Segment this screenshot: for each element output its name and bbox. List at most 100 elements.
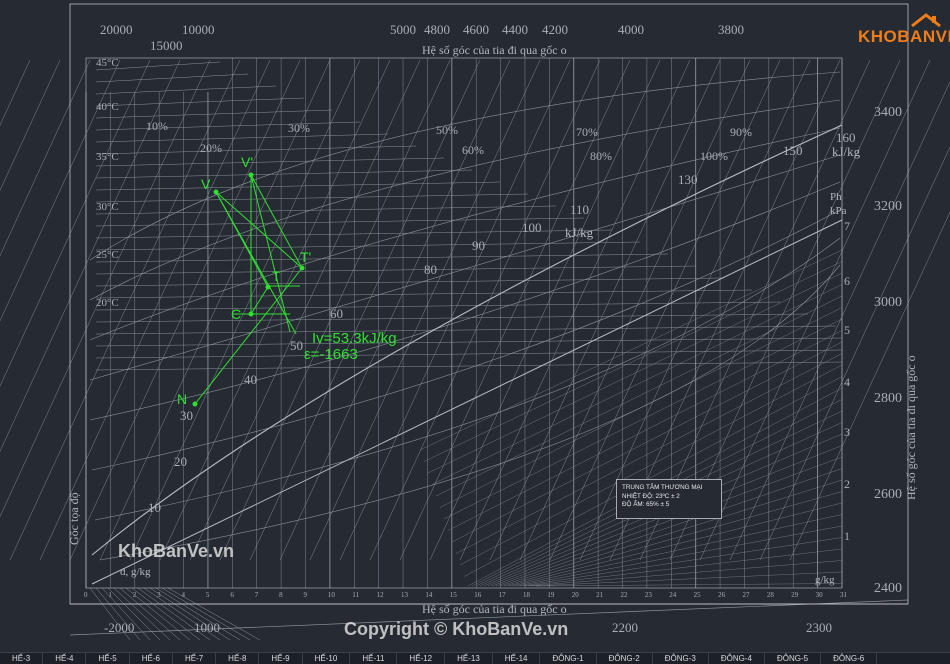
bottom-scale-label: 1000 <box>194 620 220 635</box>
pressure-title: Ph <box>830 191 842 203</box>
point-n-marker <box>192 401 198 407</box>
top-scale-label: 20000 <box>100 22 133 37</box>
temperature-label: 40°C <box>96 101 119 113</box>
temperature-gridline <box>95 73 249 83</box>
result-iv: Iv=53.3kJ/kg <box>312 330 397 347</box>
layout-tab[interactable]: HẾ-9 <box>259 653 303 664</box>
moisture-tick-label: 22 <box>621 591 629 599</box>
enthalpy-label: 160 <box>836 130 856 145</box>
temperature-label: 30°C <box>96 201 119 213</box>
info-line-3: ĐỘ ẨM: 65% ± 5 <box>622 501 670 508</box>
point-t-marker <box>265 284 271 290</box>
temperature-gridline <box>95 217 585 227</box>
process-line <box>250 174 303 269</box>
temperature-gridline <box>95 289 753 299</box>
layout-tab[interactable]: HẾ-12 <box>397 653 446 664</box>
pressure-gridline <box>427 272 843 474</box>
top-scale-label: 4800 <box>424 22 450 37</box>
right-scale-label: 3400 <box>874 105 902 120</box>
layout-tab[interactable]: HẾ-14 <box>493 653 541 664</box>
layout-tab[interactable]: ĐÔNG-5 <box>765 653 822 664</box>
bottom-scale-label: -2000 <box>104 620 134 635</box>
bottom-axis-title: Hệ số góc của tia đi qua gốc o <box>422 602 567 616</box>
temperature-gridline <box>95 253 669 263</box>
layout-tab[interactable]: HẾ-11 <box>350 653 398 664</box>
rh-label: 80% <box>590 149 612 163</box>
watermark-left: KhoBanVe.vn <box>118 541 235 561</box>
layout-tab[interactable]: ĐÔNG-4 <box>709 653 765 664</box>
pressure-gridline <box>463 376 843 577</box>
info-line-1: TRUNG TÂM THƯƠNG MẠI <box>622 484 703 491</box>
enthalpy-label: 40 <box>244 372 257 387</box>
moisture-unit-left: d, g/kg <box>120 566 151 578</box>
pressure-gridline <box>519 537 843 587</box>
rh-label: 60% <box>462 143 484 157</box>
pressure-gridline <box>419 249 843 451</box>
right-scale-label: 2600 <box>874 487 902 502</box>
info-line-2: NHIỆT ĐỘ: 23ºC ± 2 <box>622 492 680 500</box>
temperature-gridline <box>95 157 445 167</box>
rh-label: 10% <box>146 119 168 133</box>
enthalpy-label: 50 <box>290 338 303 353</box>
pressure-label: 2 <box>844 477 850 491</box>
rh-label: 70% <box>576 125 598 139</box>
pressure-gridline <box>523 548 843 587</box>
enthalpy-label: 110 <box>570 202 589 217</box>
pressure-label: 6 <box>844 274 850 288</box>
point-v-prime-label: V' <box>241 154 253 170</box>
pressure-gridline <box>435 295 843 497</box>
pressure-label: 7 <box>844 219 850 233</box>
rh-label: 50% <box>436 123 458 137</box>
right-axis-title: Hệ số góc của tia đi qua gốc o <box>904 355 918 500</box>
temperature-gridline <box>95 169 473 179</box>
temperature-gridline <box>95 181 501 191</box>
moisture-tick-label: 1 <box>108 591 112 599</box>
moisture-tick-label: 27 <box>742 591 750 599</box>
layout-tab[interactable]: HẾ-7 <box>173 653 217 664</box>
enthalpy-gridline <box>129 59 361 561</box>
layout-tab[interactable]: HẾ-6 <box>130 653 173 664</box>
rh-label: 30% <box>288 121 310 135</box>
moisture-tick-label: 21 <box>596 591 604 599</box>
layout-tab[interactable]: HẾ-8 <box>216 653 260 664</box>
enthalpy-label: 100 <box>522 220 542 235</box>
temperature-label: 20°C <box>96 297 119 309</box>
layout-tab[interactable]: HẾ-4 <box>43 653 87 664</box>
layout-tab[interactable]: ĐÔNG-6 <box>821 653 878 664</box>
point-c-label: C <box>231 306 241 322</box>
enthalpy-gridline <box>789 211 950 561</box>
bottom-scale-label: 2300 <box>806 620 832 635</box>
rh-label: 90% <box>730 125 752 139</box>
point-t-label: T <box>272 268 281 284</box>
right-scale-label: 3200 <box>874 199 902 214</box>
layout-tab[interactable]: HẾ-13 <box>445 653 493 664</box>
pressure-gridline <box>459 364 843 566</box>
pressure-label: 5 <box>844 323 850 337</box>
pressure-gridline <box>527 560 843 587</box>
layout-tab[interactable]: ĐÔNG-3 <box>653 653 709 664</box>
bottom-scale-label: 2200 <box>612 620 638 635</box>
rh-label: 100% <box>700 149 728 163</box>
temperature-gridline <box>95 97 305 107</box>
moisture-tick-label: 8 <box>279 591 283 599</box>
layout-tab[interactable]: ĐÔNG-2 <box>597 653 653 664</box>
point-t-prime-marker <box>299 265 305 271</box>
enthalpy-gridline <box>159 59 391 561</box>
temperature-gridline <box>95 121 361 131</box>
top-scale-label: 4200 <box>542 22 568 37</box>
point-c-marker <box>248 311 254 317</box>
moisture-tick-label: 6 <box>230 591 234 599</box>
logo-text: KHOBANVE <box>858 27 950 46</box>
moisture-tick-label: 23 <box>645 591 653 599</box>
top-scale-label: 3800 <box>718 22 744 37</box>
enthalpy-gridline <box>0 59 91 257</box>
layout-tab[interactable]: HẾ-10 <box>303 653 351 664</box>
layout-tab[interactable]: ĐÔNG-1 <box>540 653 597 664</box>
pressure-gridline <box>455 353 843 554</box>
layout-tab[interactable]: HẾ-5 <box>86 653 130 664</box>
top-scale-label: 4000 <box>618 22 644 37</box>
temperature-gridline <box>95 193 529 203</box>
layout-tab[interactable]: HẾ-3 <box>0 653 44 664</box>
moisture-tick-label: 15 <box>450 591 458 599</box>
rh-curve <box>99 264 841 561</box>
